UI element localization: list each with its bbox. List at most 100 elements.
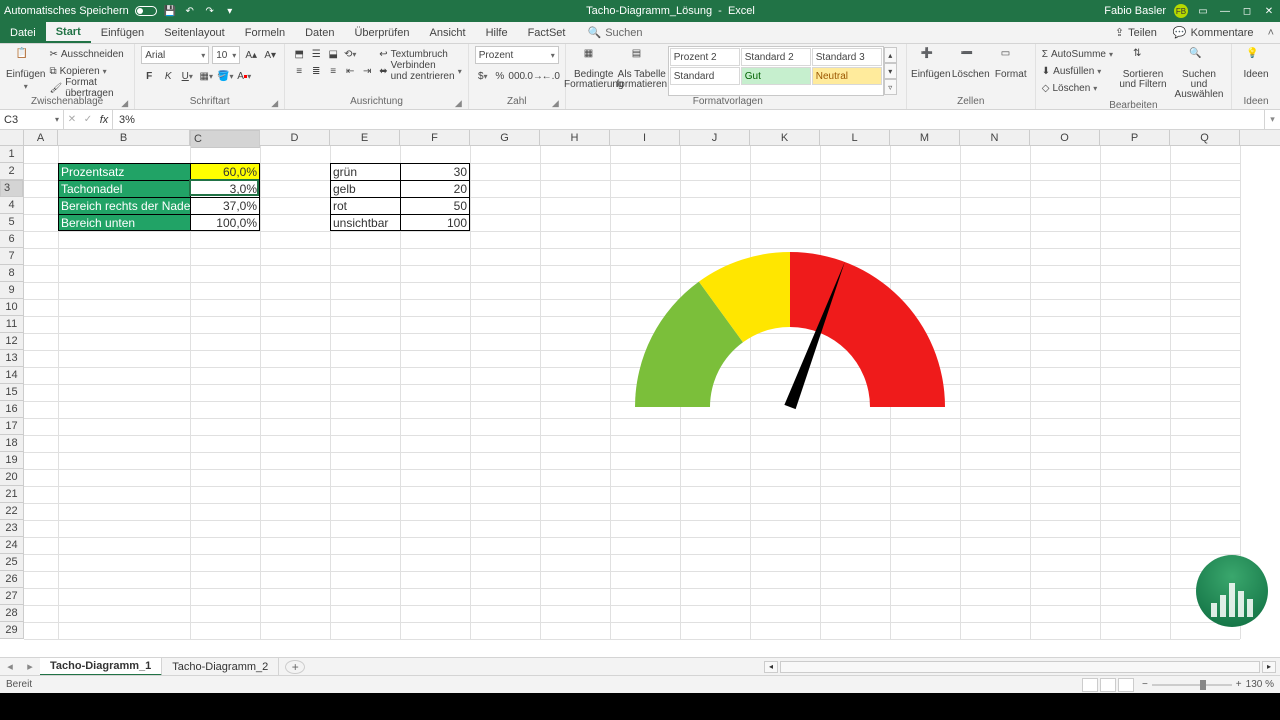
view-normal-icon[interactable] [1082,678,1098,692]
align-top-button[interactable]: ⬒ [291,46,307,62]
align-bottom-button[interactable]: ⬓ [325,46,341,62]
orientation-button[interactable]: ⟲▾ [342,46,358,62]
accept-formula-icon[interactable]: ✓ [80,112,96,128]
col-header-Q[interactable]: Q [1170,130,1240,145]
tab-view[interactable]: Ansicht [419,22,475,43]
row-header-4[interactable]: 4 [0,197,23,214]
inc-decimal-button[interactable]: .0→ [526,68,542,84]
font-family-select[interactable]: Arial▾ [141,46,209,64]
cell[interactable]: 3,0% [190,180,260,197]
zoom-in-icon[interactable]: + [1236,679,1242,690]
format-painter-button[interactable]: 🖌Format übertragen [49,80,128,96]
cell[interactable]: Bereich unten [58,214,190,231]
row-header-13[interactable]: 13 [0,350,23,367]
col-header-I[interactable]: I [610,130,680,145]
hscroll-right-icon[interactable]: ▸ [1262,661,1276,673]
row-headers[interactable]: 1234567891011121314151617181920212223242… [0,146,24,639]
row-header-18[interactable]: 18 [0,435,23,452]
row-header-1[interactable]: 1 [0,146,23,163]
tab-file[interactable]: Datei [0,22,46,43]
col-header-G[interactable]: G [470,130,540,145]
align-center-button[interactable]: ≣ [308,63,324,79]
zoom-out-icon[interactable]: − [1142,679,1148,690]
cell[interactable]: gelb [330,180,400,197]
cells-area[interactable]: Prozentsatz60,0%Tachonadel3,0%Bereich re… [24,146,1280,657]
style-standard2[interactable]: Standard 2 [741,48,811,66]
row-header-7[interactable]: 7 [0,248,23,265]
col-header-M[interactable]: M [890,130,960,145]
cell[interactable]: 60,0% [190,163,260,180]
find-select-button[interactable]: 🔍Suchen und Auswählen [1173,46,1225,100]
style-standard3[interactable]: Standard 3 [812,48,882,66]
cell[interactable]: Bereich rechts der Nadel [58,197,190,214]
tell-me-search[interactable]: 🔍 Suchen [587,22,642,43]
sort-filter-button[interactable]: ⇅Sortieren und Filtern [1117,46,1169,100]
col-header-F[interactable]: F [400,130,470,145]
row-header-8[interactable]: 8 [0,265,23,282]
sheet-tab-2[interactable]: Tacho-Diagramm_2 [162,658,279,676]
delete-cells-button[interactable]: ➖Löschen [953,46,989,96]
qat-more-icon[interactable]: ▾ [223,4,237,18]
fill-color-button[interactable]: 🪣▾ [217,68,233,84]
currency-button[interactable]: $▾ [475,68,491,84]
row-header-19[interactable]: 19 [0,452,23,469]
cancel-formula-icon[interactable]: ✕ [64,112,80,128]
col-header-J[interactable]: J [680,130,750,145]
row-header-17[interactable]: 17 [0,418,23,435]
comments-button[interactable]: 💬 Kommentare [1165,22,1262,43]
row-header-26[interactable]: 26 [0,571,23,588]
expand-formula-icon[interactable]: ▾ [1264,110,1280,129]
select-all-corner[interactable] [0,130,24,146]
row-header-27[interactable]: 27 [0,588,23,605]
cell[interactable]: 100,0% [190,214,260,231]
format-as-table-button[interactable]: ▤Als Tabelle formatieren [620,46,664,96]
tab-help[interactable]: Hilfe [476,22,518,43]
autosum-button[interactable]: ΣAutoSumme▾ [1042,46,1113,62]
gallery-more-icon[interactable]: ▿ [884,79,897,95]
redo-icon[interactable]: ↷ [203,4,217,18]
sheet-tab-1[interactable]: Tacho-Diagramm_1 [40,658,162,676]
cell[interactable]: Tachonadel [58,180,190,197]
sheet-nav[interactable]: ◂▸ [0,660,40,673]
style-standard[interactable]: Standard [670,67,740,85]
nav-prev-icon[interactable]: ◂ [7,660,13,673]
gauge-chart[interactable] [635,252,945,417]
col-header-P[interactable]: P [1100,130,1170,145]
formula-input[interactable]: 3% [113,110,1264,129]
row-header-15[interactable]: 15 [0,384,23,401]
close-icon[interactable]: ✕ [1262,4,1276,18]
cell[interactable]: 100 [400,214,470,231]
save-icon[interactable]: 💾 [163,4,177,18]
column-headers[interactable]: ABCDEFGHIJKLMNOPQ [24,130,1280,146]
zoom-slider[interactable] [1152,684,1232,686]
style-prozent2[interactable]: Prozent 2 [670,48,740,66]
row-header-25[interactable]: 25 [0,554,23,571]
row-header-9[interactable]: 9 [0,282,23,299]
ideas-button[interactable]: 💡Ideen [1238,46,1274,96]
maximize-icon[interactable]: ◻ [1240,4,1254,18]
tab-insert[interactable]: Einfügen [91,22,154,43]
row-header-21[interactable]: 21 [0,486,23,503]
cell[interactable]: 30 [400,163,470,180]
tab-layout[interactable]: Seitenlayout [154,22,235,43]
row-header-10[interactable]: 10 [0,299,23,316]
format-cells-button[interactable]: ▭Format [993,46,1029,96]
row-header-12[interactable]: 12 [0,333,23,350]
cut-button[interactable]: ✂Ausschneiden [49,46,128,62]
row-header-11[interactable]: 11 [0,316,23,333]
gallery-up-icon[interactable]: ▴ [884,47,897,63]
number-format-select[interactable]: Prozent▾ [475,46,559,64]
col-header-A[interactable]: A [24,130,58,145]
row-header-5[interactable]: 5 [0,214,23,231]
col-header-O[interactable]: O [1030,130,1100,145]
fx-icon[interactable]: fx [96,114,112,126]
row-header-29[interactable]: 29 [0,622,23,639]
col-header-K[interactable]: K [750,130,820,145]
tab-data[interactable]: Daten [295,22,344,43]
nav-next-icon[interactable]: ▸ [27,660,33,673]
insert-cells-button[interactable]: ➕Einfügen [913,46,949,96]
cell-styles-gallery[interactable]: Prozent 2 Standard 2 Standard 3 Standard… [668,46,884,96]
col-header-B[interactable]: B [58,130,190,145]
row-header-16[interactable]: 16 [0,401,23,418]
indent-dec-button[interactable]: ⇤ [342,63,358,79]
